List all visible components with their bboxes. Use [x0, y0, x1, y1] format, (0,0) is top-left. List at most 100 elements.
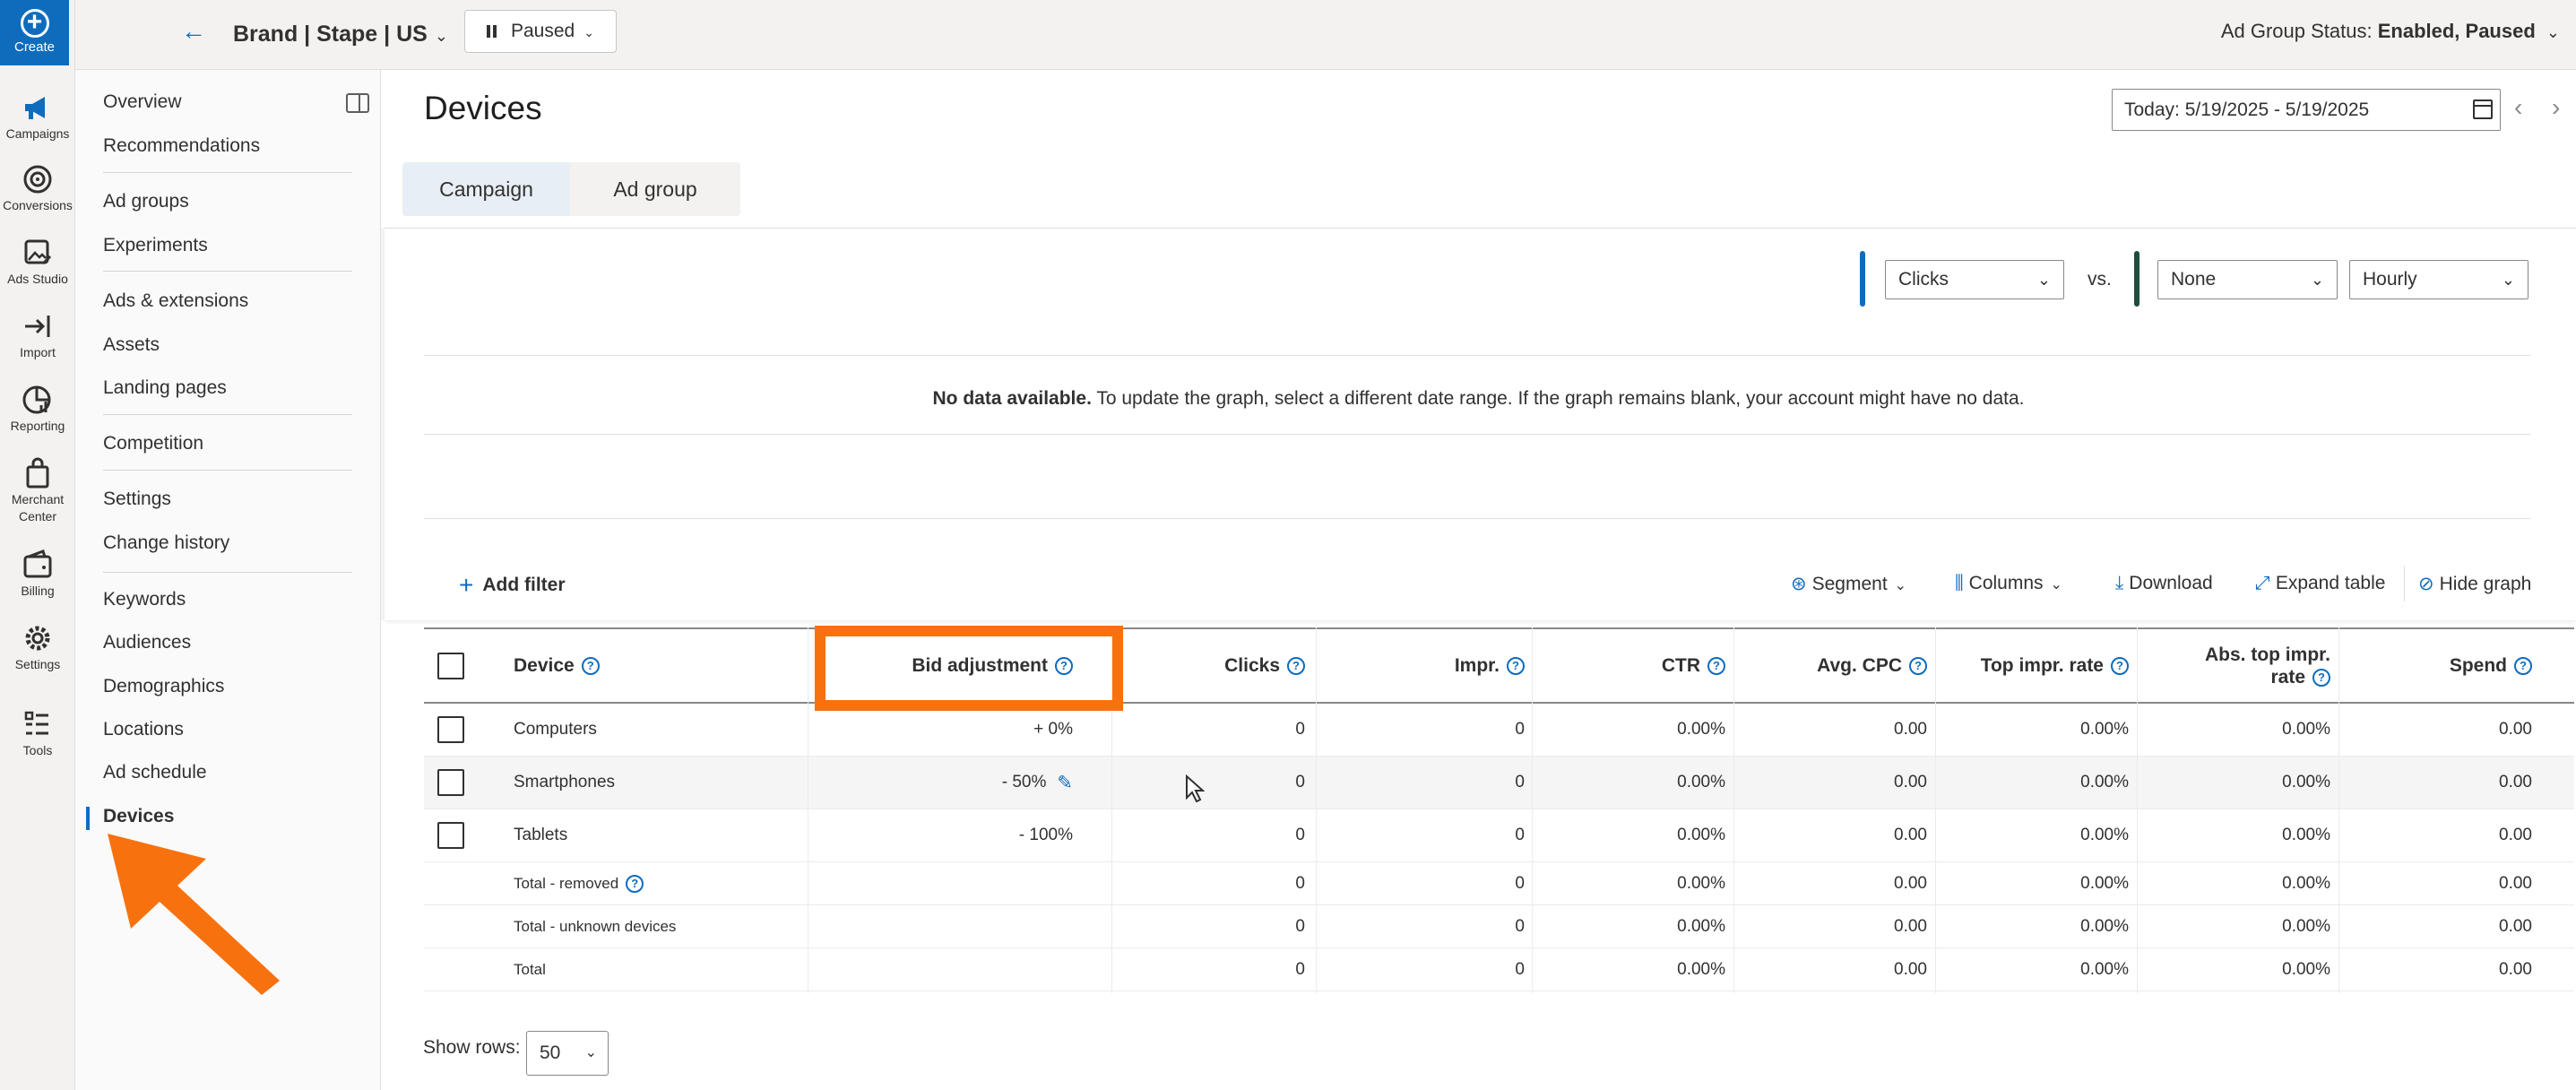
cell-device: Smartphones [514, 773, 616, 792]
cell-spend: 0.00 [2499, 773, 2532, 792]
rail-item-import[interactable]: Import [0, 310, 75, 361]
cell-bid-adjustment[interactable]: + 0% [808, 704, 1073, 756]
nav-item-recommendations[interactable]: Recommendations [103, 135, 260, 157]
col-avg-cpc[interactable]: Avg. CPC? [1737, 629, 1927, 702]
table-row[interactable]: Tablets - 100% 0 0 0.00% 0.00 0.00% 0.00… [424, 809, 2574, 862]
nav-item-locations[interactable]: Locations [103, 719, 184, 740]
total-all-label: Total [514, 960, 546, 978]
nav-item-assets[interactable]: Assets [103, 334, 160, 356]
col-top-impr-rate-label: Top impr. rate [1980, 655, 2104, 676]
help-icon[interactable]: ? [2312, 668, 2330, 687]
rail-item-campaigns[interactable]: Campaigns [0, 91, 75, 143]
collapse-panel-icon[interactable] [346, 93, 369, 113]
col-abs-top-impr-rate[interactable]: Abs. top impr. rate? [2140, 629, 2330, 702]
help-icon[interactable]: ? [2514, 656, 2532, 675]
metric2-dropdown[interactable]: None ⌄ [2157, 260, 2338, 299]
nav-item-competition[interactable]: Competition [103, 433, 203, 454]
date-range-picker[interactable]: Today: 5/19/2025 - 5/19/2025 [2112, 89, 2501, 131]
nav-item-devices[interactable]: Devices [103, 806, 174, 827]
col-device[interactable]: Device? [514, 629, 600, 702]
nav-item-ads-extensions[interactable]: Ads & extensions [103, 290, 248, 312]
rail-label: Billing [21, 584, 55, 598]
nav-item-change-history[interactable]: Change history [103, 532, 229, 554]
row-checkbox[interactable] [437, 769, 464, 796]
date-prev-icon[interactable]: ‹ [2514, 91, 2522, 124]
help-icon[interactable]: ? [1287, 656, 1305, 675]
column-divider [2338, 627, 2339, 993]
col-spend[interactable]: Spend? [2342, 629, 2532, 702]
cell-bid-adjustment[interactable]: - 100% [808, 809, 1073, 861]
pause-icon [487, 25, 497, 38]
table-row[interactable]: Computers + 0% 0 0 0.00% 0.00 0.00% 0.00… [424, 704, 2574, 757]
campaign-name: Brand | Stape | US [233, 22, 428, 47]
row-checkbox[interactable] [437, 716, 464, 743]
chevron-down-icon: ⌄ [2546, 23, 2560, 41]
date-next-icon[interactable]: › [2552, 91, 2560, 124]
calendar-icon [2473, 99, 2493, 119]
rail-label: Tools [22, 743, 53, 757]
ad-group-status-label: Ad Group Status: [2220, 20, 2373, 42]
rail-item-settings[interactable]: Settings [0, 622, 75, 673]
import-icon [25, 316, 50, 337]
nav-item-audiences[interactable]: Audiences [103, 632, 191, 653]
nav-item-ad-schedule[interactable]: Ad schedule [103, 762, 207, 783]
pencil-icon[interactable]: ✎ [1057, 772, 1073, 794]
tab-campaign[interactable]: Campaign [402, 162, 570, 216]
annotation-arrow-icon [108, 834, 280, 995]
help-icon[interactable]: ? [1909, 656, 1927, 675]
help-icon[interactable]: ? [581, 656, 600, 675]
col-abs-top-impr-rate-label-1: Abs. top impr. [2204, 644, 2330, 665]
help-icon[interactable]: ? [2111, 656, 2129, 675]
cell-impr: 0 [1515, 873, 1525, 893]
nav-item-overview[interactable]: Overview [103, 91, 182, 113]
status-dropdown[interactable]: Paused ⌄ [464, 10, 617, 53]
cell-bid-adjustment[interactable]: - 50% ✎ [808, 757, 1073, 809]
col-clicks-label: Clicks [1224, 655, 1280, 676]
col-clicks[interactable]: Clicks? [1114, 629, 1305, 702]
rail-item-ads-studio[interactable]: Ads Studio [0, 237, 75, 288]
image-edit-icon [24, 239, 52, 265]
col-abs-top-impr-rate-label-2: rate [2270, 666, 2305, 688]
cell-impr: 0 [1515, 959, 1525, 979]
help-icon[interactable]: ? [626, 874, 644, 893]
nav-item-ad-groups[interactable]: Ad groups [103, 191, 189, 212]
show-rows-dropdown[interactable]: 50 ⌄ [526, 1031, 609, 1076]
col-top-impr-rate[interactable]: Top impr. rate? [1939, 629, 2129, 702]
rail-item-conversions[interactable]: Conversions [0, 163, 75, 214]
graph-divider [424, 434, 2530, 435]
campaign-picker[interactable]: Brand | Stape | US ⌄ [233, 16, 448, 52]
cell-abs-top-impr-rate: 0.00% [2282, 720, 2330, 739]
rail-item-reporting[interactable]: Reporting [0, 384, 75, 435]
cell-top-impr-rate: 0.00% [2080, 773, 2129, 792]
rail-item-billing[interactable]: Billing [0, 549, 75, 600]
metric1-dropdown[interactable]: Clicks ⌄ [1885, 260, 2064, 299]
chevron-down-icon: ⌄ [2310, 271, 2324, 289]
tab-ad-group[interactable]: Ad group [570, 162, 740, 216]
row-checkbox[interactable] [437, 822, 464, 849]
create-button[interactable]: + Create [0, 0, 69, 65]
cell-ctr: 0.00% [1677, 720, 1725, 739]
rail-item-merchant-center[interactable]: Merchant Center [0, 457, 75, 525]
select-all-checkbox[interactable] [437, 653, 464, 679]
metric2-value: None [2171, 269, 2217, 290]
nav-item-experiments[interactable]: Experiments [103, 235, 208, 256]
col-impr[interactable]: Impr.? [1320, 629, 1525, 702]
help-icon[interactable]: ? [1707, 656, 1725, 675]
col-ctr[interactable]: CTR? [1535, 629, 1725, 702]
help-icon[interactable]: ? [1507, 656, 1525, 675]
cell-clicks: 0 [1295, 720, 1305, 739]
nav-item-keywords[interactable]: Keywords [103, 589, 186, 610]
back-arrow-icon[interactable]: ← [181, 16, 208, 47]
ad-group-status[interactable]: Ad Group Status: Enabled, Paused ⌄ [2221, 20, 2560, 43]
nav-item-landing-pages[interactable]: Landing pages [103, 377, 227, 399]
cell-impr: 0 [1515, 826, 1525, 844]
nav-item-settings[interactable]: Settings [103, 489, 171, 510]
nav-item-demographics[interactable]: Demographics [103, 676, 224, 697]
cell-spend: 0.00 [2499, 916, 2532, 936]
cell-top-impr-rate: 0.00% [2080, 826, 2129, 844]
granularity-dropdown[interactable]: Hourly ⌄ [2349, 260, 2528, 299]
scope-tabs: Campaign Ad group [402, 162, 740, 216]
cell-avg-cpc: 0.00 [1894, 916, 1927, 936]
rail-item-tools[interactable]: Tools [0, 708, 75, 759]
table-row[interactable]: Smartphones - 50% ✎ 0 0 0.00% 0.00 0.00% … [424, 757, 2574, 809]
